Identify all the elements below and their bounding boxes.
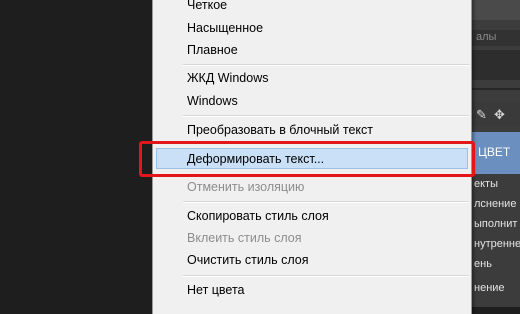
menu-item-paste-layer-style[interactable]: Вклеить стиль слоя [187,231,302,245]
annotation-highlight-box [139,141,475,177]
layers-panel: алы ✎ ✥ ЦВЕТ екты лснение ыполнит нутрен… [470,0,520,307]
menu-item-strong[interactable]: Насыщенное [187,21,263,35]
selected-layer-label: ЦВЕТ [478,145,511,159]
move-icon[interactable]: ✥ [494,107,505,123]
tab-channels[interactable]: алы [470,30,520,46]
menu-separator [183,275,469,277]
menu-item-release-isolation[interactable]: Отменить изоляцию [187,180,304,194]
panel-header [470,0,520,20]
pen-icon[interactable]: ✎ [476,107,487,123]
menu-item-crisp[interactable]: Четкое [187,0,227,12]
divider [470,88,520,90]
menu-separator [183,201,469,203]
effects-list: екты лснение ыполнит нутренне ень нение [470,174,520,307]
menu-separator [183,115,469,117]
menu-item-convert-paragraph[interactable]: Преобразовать в блочный текст [187,123,373,137]
menu-item-copy-layer-style[interactable]: Скопировать стиль слоя [187,209,329,223]
list-item[interactable]: лснение [474,198,516,210]
menu-item-lcd-windows[interactable]: ЖКД Windows [187,71,268,85]
list-item[interactable]: нение [474,282,505,294]
list-item[interactable]: екты [474,178,498,190]
menu-item-windows[interactable]: Windows [187,94,238,108]
menu-item-clear-layer-style[interactable]: Очистить стиль слоя [187,253,309,267]
list-item[interactable]: ыполнит [474,218,517,230]
menu-separator [183,64,469,66]
menu-item-smooth[interactable]: Плавное [187,43,238,57]
panel-controls [470,50,520,80]
menu-item-no-color[interactable]: Нет цвета [187,283,245,297]
list-item[interactable]: нутренне [474,238,520,250]
canvas-area [0,0,152,307]
selected-layer[interactable]: ЦВЕТ [470,132,520,174]
panel-toolbar: ✎ ✥ [470,102,520,126]
tab-label: алы [476,31,497,43]
list-item[interactable]: ень [474,258,492,270]
